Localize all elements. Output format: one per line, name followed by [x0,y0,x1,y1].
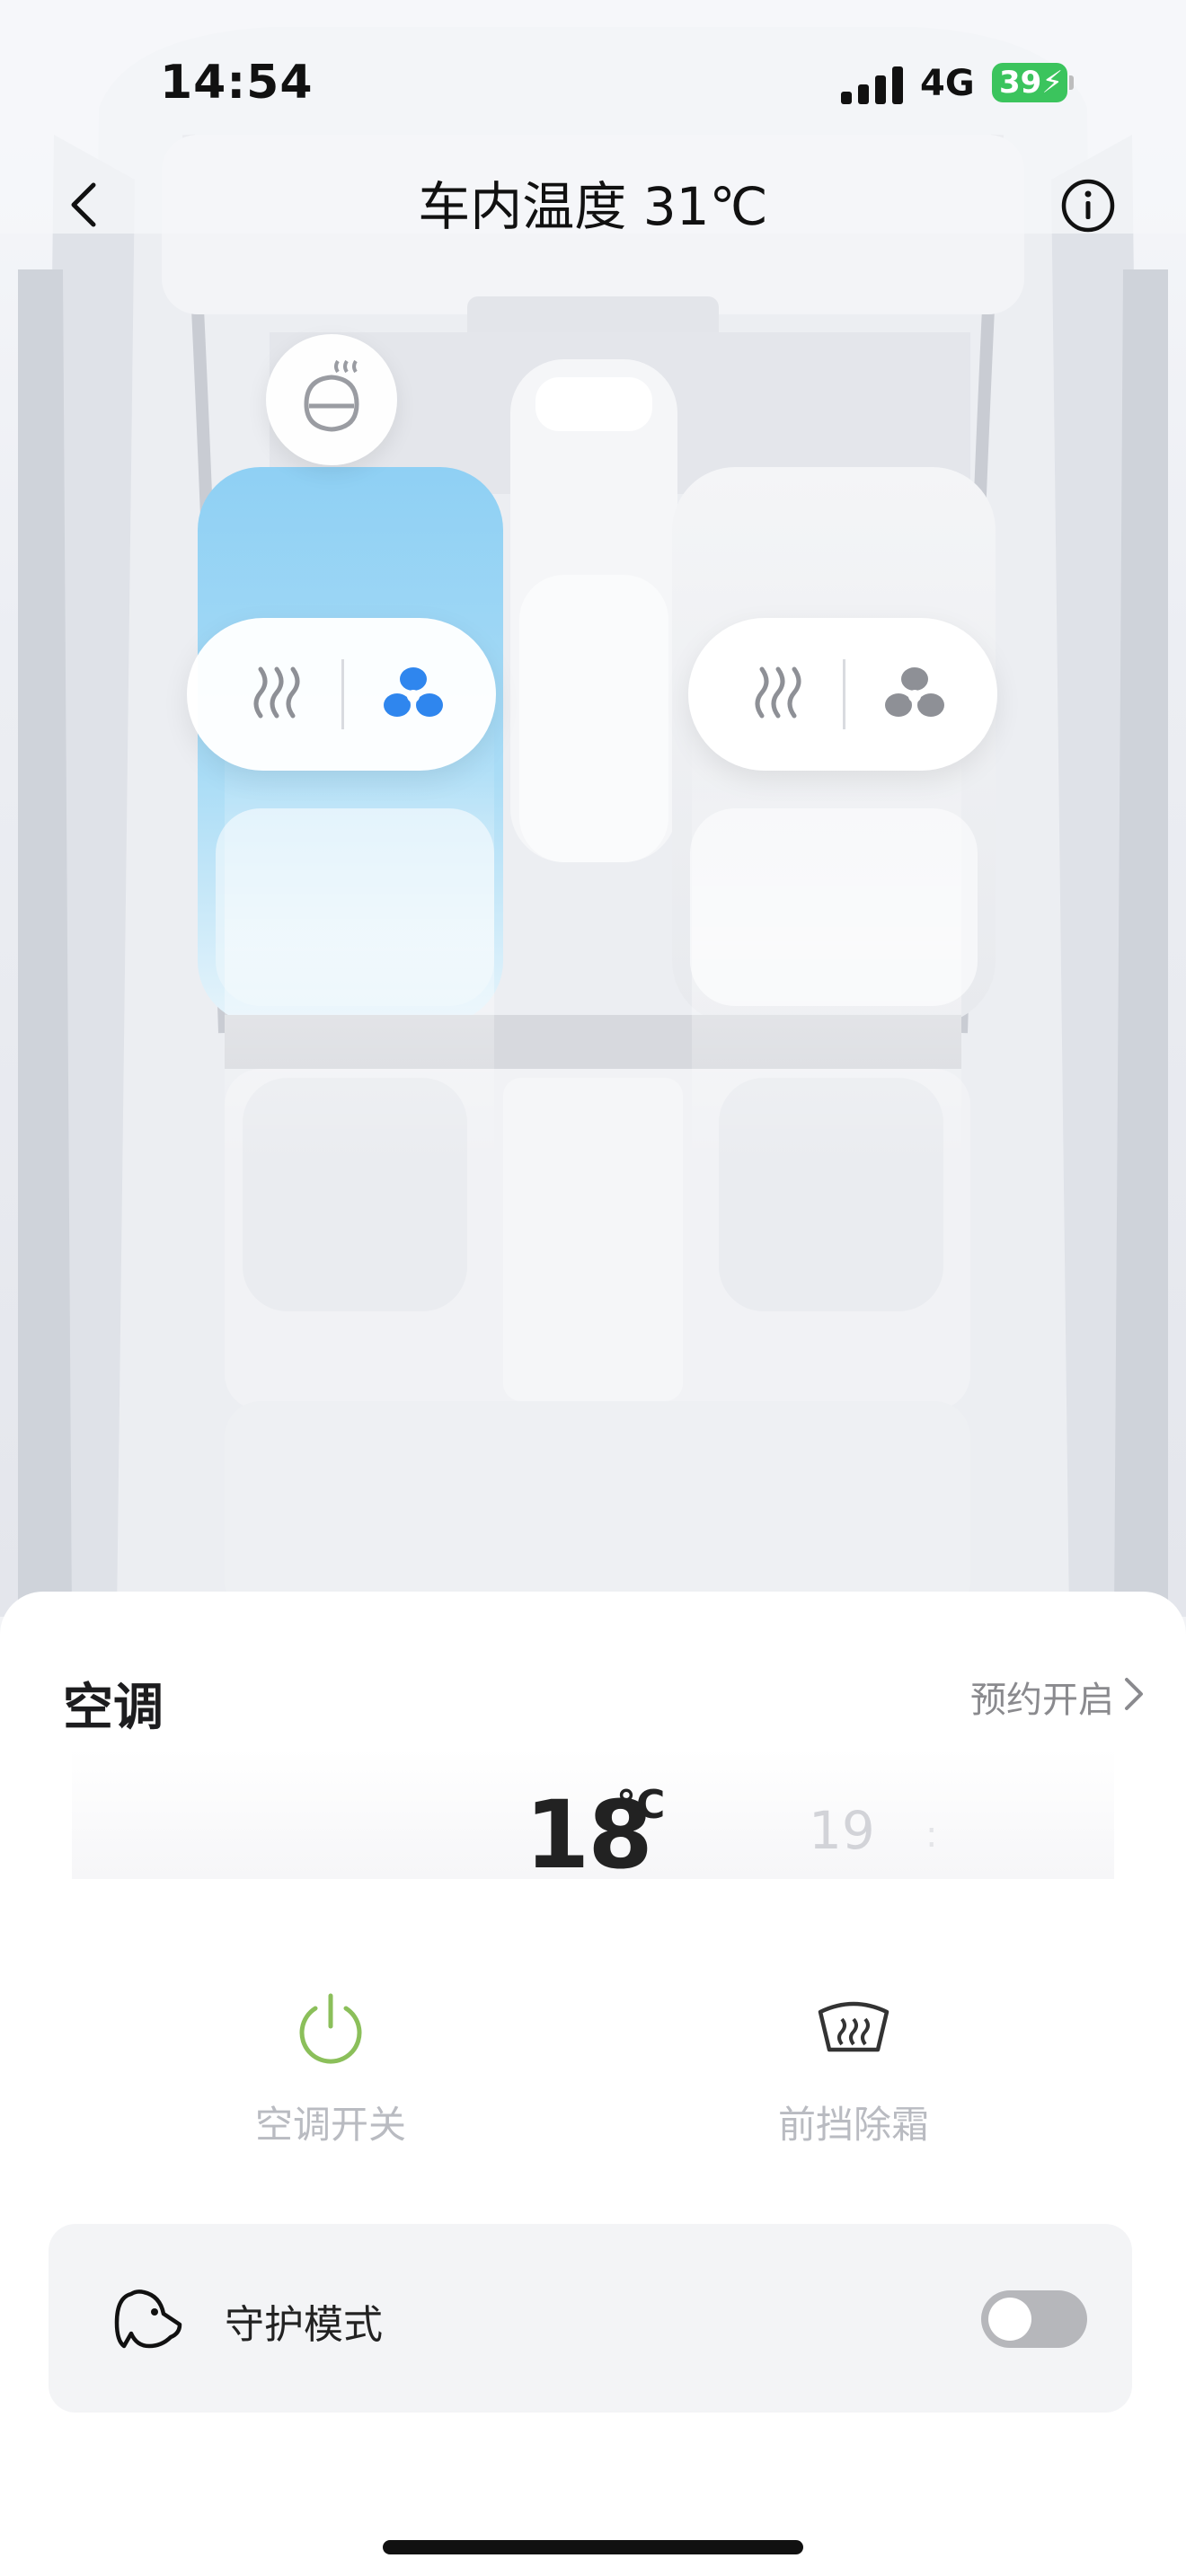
power-icon [299,1993,362,2064]
driver-seat-controls [187,618,496,771]
temperature-next-2: : [925,1814,938,1856]
ac-power-label: 空调开关 [254,2103,406,2147]
ac-panel: 空调 预约开启 18 °C 19 : 空调开关 前挡除霜 守护模式 [0,1592,1186,2576]
nav-header: 车内温度 31℃ [0,171,1186,251]
dog-icon [114,2289,182,2349]
passenger-seat-controls [688,618,997,771]
page-title: 车内温度 31℃ [418,176,768,237]
status-bar: 14:54 4G 39⚡ [0,0,1186,171]
guard-mode-label: 守护模式 [225,2302,383,2348]
status-time: 14:54 [160,56,314,110]
steering-wheel-heat-icon [304,359,359,432]
ac-title: 空调 [63,1679,164,1737]
ac-power-button[interactable]: 空调开关 [196,1987,465,2149]
front-defrost-button[interactable]: 前挡除霜 [719,1987,988,2149]
temperature-unit: °C [616,1782,666,1828]
schedule-link[interactable]: 预约开启 [970,1671,1114,1723]
battery-icon: 39⚡ [992,63,1074,102]
seat-heat-icon[interactable] [742,658,814,730]
network-type: 4G [920,63,975,104]
seat-heat-icon[interactable] [241,658,313,730]
seat-ventilation-icon[interactable] [879,658,951,730]
guard-mode-row: 守护模式 [49,2224,1132,2413]
front-defrost-label: 前挡除霜 [777,2103,929,2147]
pill-divider [843,659,845,729]
battery-level: 39 [999,65,1042,101]
info-icon[interactable] [1060,178,1116,234]
chevron-right-icon[interactable] [1118,1674,1148,1714]
home-indicator[interactable] [383,2540,803,2554]
toggle-knob [988,2298,1031,2341]
guard-mode-toggle[interactable] [981,2290,1087,2348]
signal-icon [841,66,903,104]
front-defrost-icon [818,2001,890,2052]
cabin-view: 14:54 4G 39⚡ 车内温度 31℃ [0,0,1186,1617]
steering-wheel-heat-button[interactable] [266,334,397,465]
temperature-next[interactable]: 19 [809,1800,875,1861]
seat-ventilation-icon[interactable] [377,658,449,730]
pill-divider [341,659,344,729]
back-arrow-icon[interactable] [59,178,113,232]
